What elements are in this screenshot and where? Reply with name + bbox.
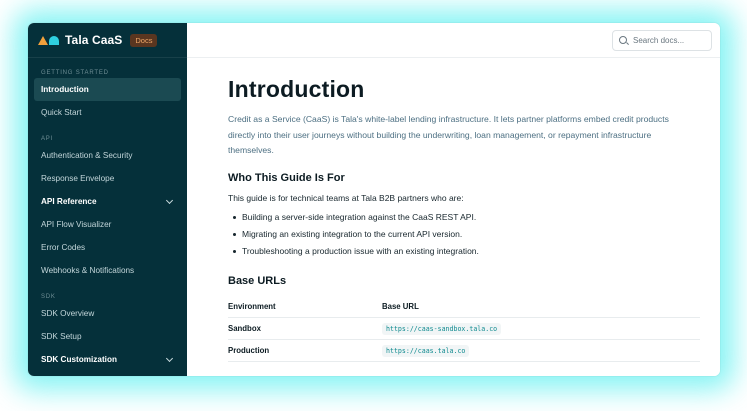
brand-name: Tala CaaS <box>65 33 123 47</box>
search-input[interactable]: Search docs... <box>612 29 712 51</box>
list-item-text: Building a server-side integration again… <box>242 211 477 222</box>
search-icon <box>619 36 627 44</box>
sidebar-item-label: API Reference <box>41 197 97 206</box>
base-url-code[interactable]: https://caas.tala.co <box>382 344 470 357</box>
sidebar-item-label: Quick Start <box>41 108 82 117</box>
sidebar-item-api-reference[interactable]: API Reference <box>34 190 181 213</box>
sidebar-item-sdk-overview[interactable]: SDK Overview <box>34 302 181 325</box>
table-row: Sandbox https://caas-sandbox.tala.co <box>228 318 700 340</box>
sidebar-item-introduction[interactable]: Introduction <box>34 78 181 101</box>
sidebar-item-response-envelope[interactable]: Response Envelope <box>34 167 181 190</box>
sidebar-item-error-codes[interactable]: Error Codes <box>34 236 181 259</box>
bullet-icon <box>233 249 236 253</box>
sidebar-item-label: Introduction <box>41 85 89 94</box>
sidebar-item-label: Error Codes <box>41 243 86 252</box>
section-label-getting-started: GETTING STARTED <box>41 70 109 76</box>
sidebar: Tala CaaS Docs GETTING STARTED Introduct… <box>28 23 187 376</box>
sidebar-item-label: API Flow Visualizer <box>41 220 112 229</box>
section-label-api: API <box>41 136 54 142</box>
table-header-row: Environment Base URL <box>228 296 700 318</box>
docs-badge: Docs <box>130 33 158 47</box>
list-item-text: Troubleshooting a production issue with … <box>242 245 479 256</box>
sidebar-item-api-flow-visualizer[interactable]: API Flow Visualizer <box>34 213 181 236</box>
environment-cell: Sandbox <box>228 323 261 333</box>
sidebar-item-quick-start[interactable]: Quick Start <box>34 101 181 124</box>
base-url-code[interactable]: https://caas-sandbox.tala.co <box>382 322 502 335</box>
sidebar-item-label: SDK Overview <box>41 309 95 318</box>
list-item: Migrating an existing integration to the… <box>228 226 720 243</box>
who-intro-text: This guide is for technical teams at Tal… <box>228 192 464 203</box>
sidebar-item-sdk-setup[interactable]: SDK Setup <box>34 325 181 348</box>
section-label-sdk: SDK <box>41 294 56 300</box>
section-heading-base-urls: Base URLs <box>228 274 287 287</box>
search-placeholder: Search docs... <box>633 35 685 45</box>
bullet-icon <box>233 215 236 219</box>
list-item: Building a server-side integration again… <box>228 209 720 226</box>
environment-cell: Production <box>228 345 270 355</box>
top-bar: Search docs... <box>187 23 720 58</box>
docs-window: Tala CaaS Docs GETTING STARTED Introduct… <box>28 23 720 376</box>
bullet-icon <box>233 232 236 236</box>
column-header-base-url: Base URL <box>382 301 419 311</box>
brand-header[interactable]: Tala CaaS Docs <box>28 23 187 58</box>
tala-logo-icon <box>38 35 59 45</box>
chevron-down-icon[interactable] <box>165 354 174 362</box>
list-item-text: Migrating an existing integration to the… <box>242 228 463 239</box>
section-heading-who: Who This Guide Is For <box>228 171 345 184</box>
page-title: Introduction <box>228 76 365 102</box>
main-content: Search docs... Introduction Credit as a … <box>187 23 720 376</box>
lead-paragraph: Credit as a Service (CaaS) is Tala's whi… <box>228 114 669 155</box>
article: Introduction Credit as a Service (CaaS) … <box>187 58 720 362</box>
column-header-environment: Environment <box>228 301 276 311</box>
sidebar-item-label: Response Envelope <box>41 174 115 183</box>
sidebar-item-authentication-security[interactable]: Authentication & Security <box>34 144 181 167</box>
sidebar-item-label: SDK Customization <box>41 355 117 364</box>
table-row: Production https://caas.tala.co <box>228 340 700 362</box>
sidebar-item-label: SDK Setup <box>41 332 82 341</box>
list-item: Troubleshooting a production issue with … <box>228 243 720 260</box>
sidebar-item-label: Authentication & Security <box>41 151 133 160</box>
sidebar-item-webhooks-notifications[interactable]: Webhooks & Notifications <box>34 259 181 282</box>
sidebar-item-sdk-customization[interactable]: SDK Customization <box>34 348 181 371</box>
sidebar-item-label: Webhooks & Notifications <box>41 266 135 275</box>
sidebar-nav: GETTING STARTED Introduction Quick Start… <box>28 58 187 371</box>
who-bullet-list: Building a server-side integration again… <box>228 209 720 260</box>
chevron-down-icon[interactable] <box>165 196 174 204</box>
base-urls-table: Environment Base URL Sandbox https://caa… <box>228 296 700 362</box>
